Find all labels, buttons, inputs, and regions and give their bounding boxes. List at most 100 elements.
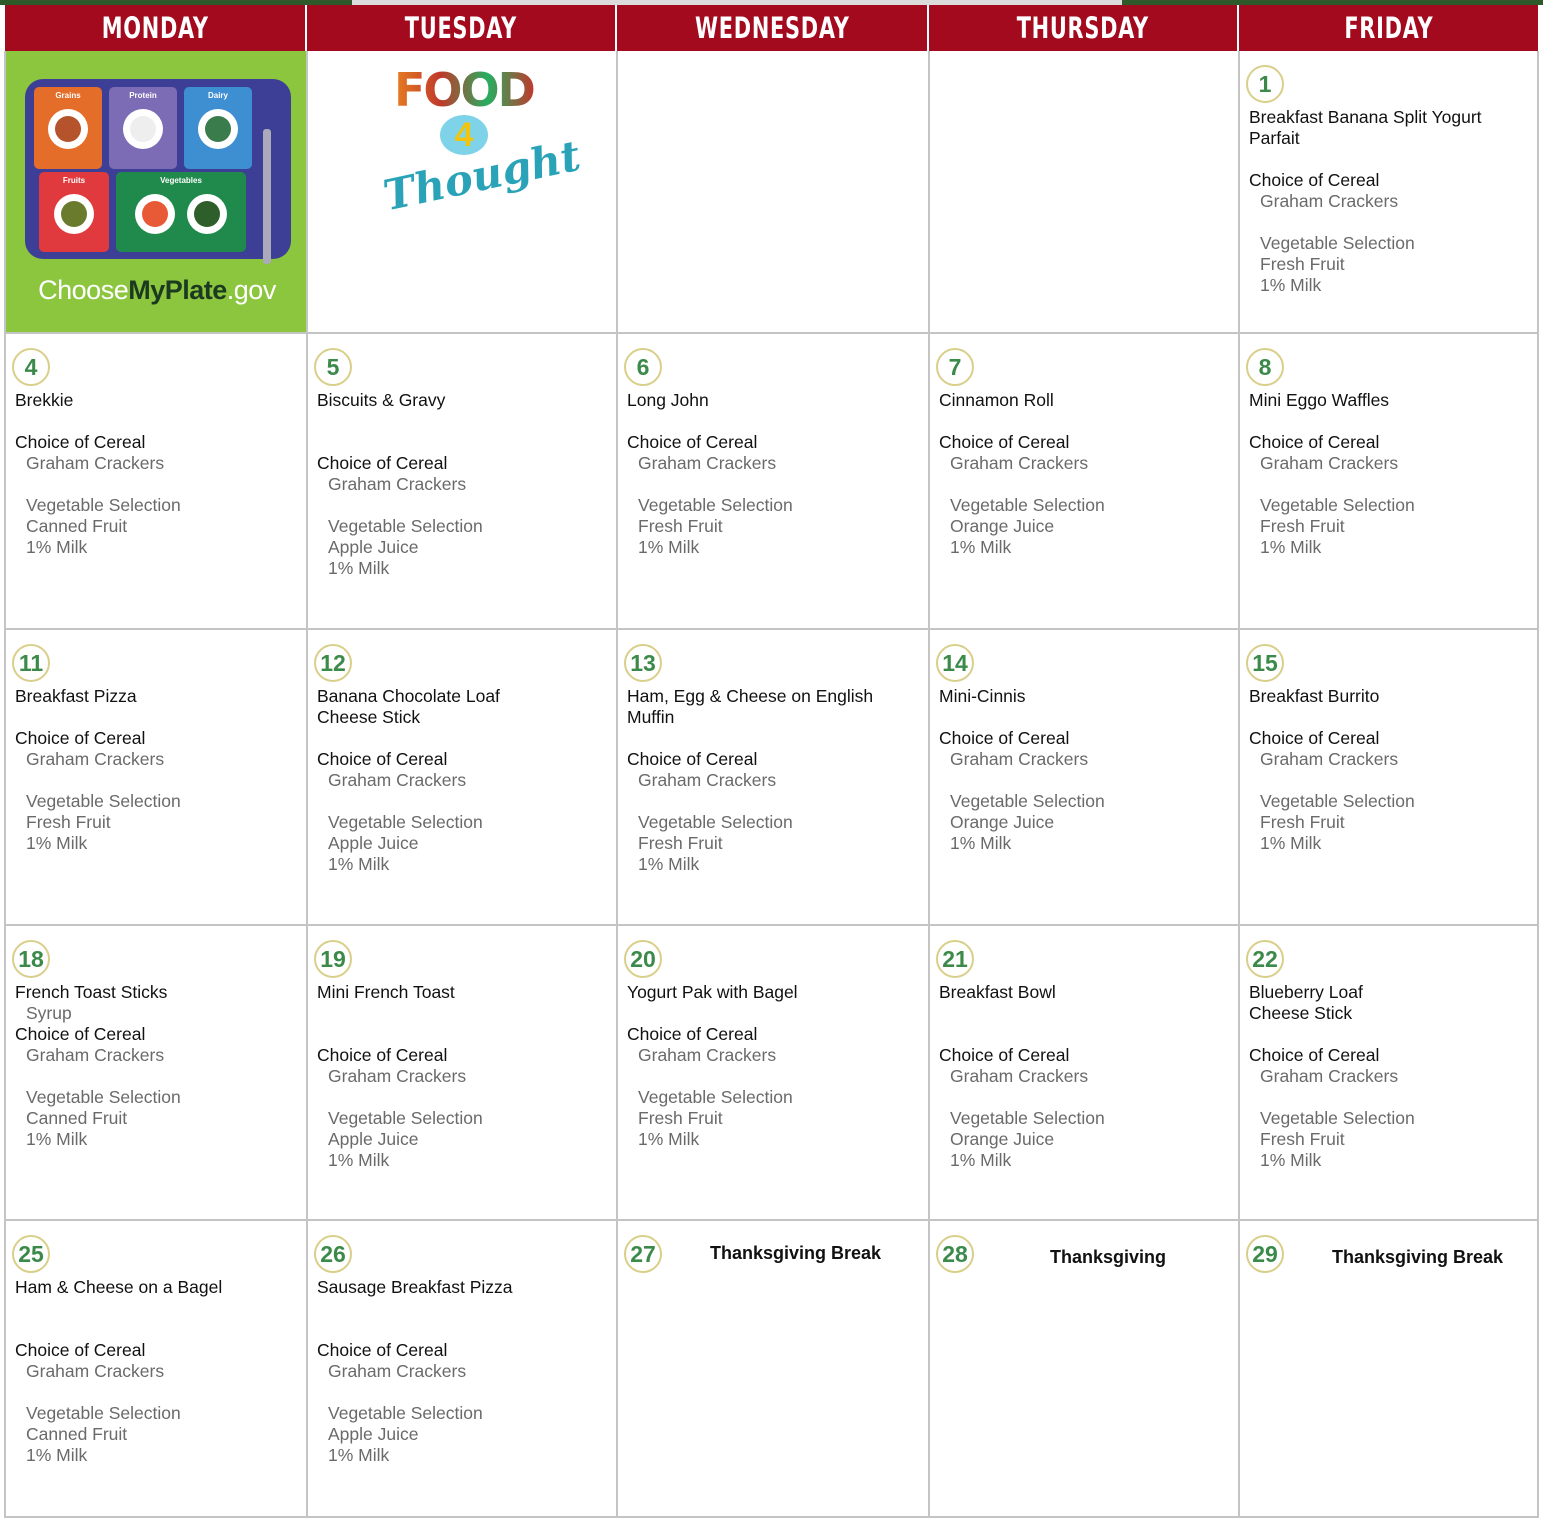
menu-side-item: Orange Juice bbox=[950, 812, 1055, 832]
header-friday: FRIDAY bbox=[1239, 5, 1538, 51]
menu-item: Choice of Cereal bbox=[939, 1045, 1070, 1065]
menu-item: Choice of Cereal bbox=[627, 749, 758, 769]
menu-side-item: Graham Crackers bbox=[26, 749, 165, 769]
header-wednesday: WEDNESDAY bbox=[617, 5, 929, 51]
menu-list: Long John Choice of Cereal Graham Crackers… bbox=[627, 390, 922, 558]
empty-day-cell bbox=[930, 51, 1240, 334]
day-cell: 11 Breakfast Pizza Choice of Cereal Graham … bbox=[6, 630, 308, 926]
date-number: 13 bbox=[624, 644, 662, 682]
menu-list: Breakfast Pizza Choice of Cereal Graham Cr… bbox=[15, 686, 300, 854]
myplate-logo: Grains Protein Dairy Fruits Vegetables Choose… bbox=[6, 51, 308, 334]
menu-item: Choice of Cereal bbox=[317, 1340, 448, 1360]
date-number: 5 bbox=[314, 348, 352, 386]
menu-side-item: Vegetable Selection bbox=[1260, 233, 1415, 253]
menu-item: Choice of Cereal bbox=[627, 1024, 758, 1044]
menu-item: Mini-Cinnis bbox=[939, 686, 1026, 706]
menu-item: Choice of Cereal bbox=[1249, 1045, 1380, 1065]
menu-item: Muffin bbox=[627, 707, 675, 727]
menu-list: Blueberry Loaf Cheese Stick Choice of Cere… bbox=[1249, 982, 1531, 1171]
date-number: 27 bbox=[624, 1235, 662, 1273]
food4thought-mark: FOOD 4 Thought bbox=[379, 63, 585, 221]
menu-side-item: Fresh Fruit bbox=[638, 833, 723, 853]
menu-side-item: Graham Crackers bbox=[950, 749, 1089, 769]
menu-item: Choice of Cereal bbox=[317, 453, 448, 473]
menu-side-item: Graham Crackers bbox=[328, 770, 467, 790]
menu-side-item: 1% Milk bbox=[1260, 1150, 1322, 1170]
menu-item: Mini Eggo Waffles bbox=[1249, 390, 1390, 410]
menu-item: Biscuits & Gravy bbox=[317, 390, 446, 410]
menu-side-item: Vegetable Selection bbox=[638, 495, 793, 515]
menu-side-item: Graham Crackers bbox=[1260, 1066, 1399, 1086]
menu-side-item: Vegetable Selection bbox=[1260, 495, 1415, 515]
menu-side-item: Syrup bbox=[26, 1003, 72, 1023]
menu-item: Cinnamon Roll bbox=[939, 390, 1054, 410]
day-cell: 12 Banana Chocolate Loaf Cheese Stick Choic… bbox=[308, 630, 618, 926]
menu-item: Ham, Egg & Cheese on English bbox=[627, 686, 874, 706]
menu-list: French Toast Sticks Syrup Choice of Cereal… bbox=[15, 982, 300, 1150]
menu-list: Ham, Egg & Cheese on English Muffin Choice… bbox=[627, 686, 922, 875]
menu-side-item: Canned Fruit bbox=[26, 516, 128, 536]
menu-item: Choice of Cereal bbox=[317, 1045, 448, 1065]
day-cell: 7 Cinnamon Roll Choice of Cereal Graham Cra… bbox=[930, 334, 1240, 630]
menu-side-item: 1% Milk bbox=[950, 537, 1012, 557]
menu-side-item: Apple Juice bbox=[328, 1424, 419, 1444]
menu-item: Choice of Cereal bbox=[15, 432, 146, 452]
menu-item: Choice of Cereal bbox=[317, 749, 448, 769]
menu-side-item: Fresh Fruit bbox=[638, 516, 723, 536]
menu-item: Breakfast Banana Split Yogurt bbox=[1249, 107, 1482, 127]
date-number: 12 bbox=[314, 644, 352, 682]
protein-section: Protein bbox=[109, 87, 177, 169]
menu-side-item: Apple Juice bbox=[328, 537, 419, 557]
menu-side-item: 1% Milk bbox=[26, 1129, 88, 1149]
fork-icon bbox=[263, 129, 271, 264]
menu-item: Choice of Cereal bbox=[939, 728, 1070, 748]
menu-side-item: Fresh Fruit bbox=[638, 1108, 723, 1128]
menu-side-item: Canned Fruit bbox=[26, 1108, 128, 1128]
date-number: 15 bbox=[1246, 644, 1284, 682]
menu-item: Sausage Breakfast Pizza bbox=[317, 1277, 513, 1297]
menu-side-item: 1% Milk bbox=[1260, 275, 1322, 295]
menu-side-item: Graham Crackers bbox=[26, 1361, 165, 1381]
menu-side-item: Graham Crackers bbox=[638, 770, 777, 790]
menu-side-item: 1% Milk bbox=[950, 833, 1012, 853]
day-cell: 13 Ham, Egg & Cheese on English Muffin Choi… bbox=[618, 630, 930, 926]
menu-side-item: Canned Fruit bbox=[26, 1424, 128, 1444]
header-monday: MONDAY bbox=[5, 5, 307, 51]
menu-item: Breakfast Bowl bbox=[939, 982, 1056, 1002]
date-number: 22 bbox=[1246, 940, 1284, 978]
day-cell: 22 Blueberry Loaf Cheese Stick Choice of Ce… bbox=[1240, 926, 1539, 1221]
menu-list: Breakfast Burrito Choice of Cereal Graham … bbox=[1249, 686, 1531, 854]
menu-side-item: Vegetable Selection bbox=[26, 1087, 181, 1107]
menu-side-item: Graham Crackers bbox=[1260, 453, 1399, 473]
date-number: 8 bbox=[1246, 348, 1284, 386]
menu-item: Mini French Toast bbox=[317, 982, 455, 1002]
menu-side-item: Vegetable Selection bbox=[26, 495, 181, 515]
menu-side-item: Graham Crackers bbox=[950, 453, 1089, 473]
menu-side-item: 1% Milk bbox=[26, 1445, 88, 1465]
menu-item: French Toast Sticks bbox=[15, 982, 168, 1002]
menu-side-item: Vegetable Selection bbox=[638, 812, 793, 832]
date-number: 6 bbox=[624, 348, 662, 386]
